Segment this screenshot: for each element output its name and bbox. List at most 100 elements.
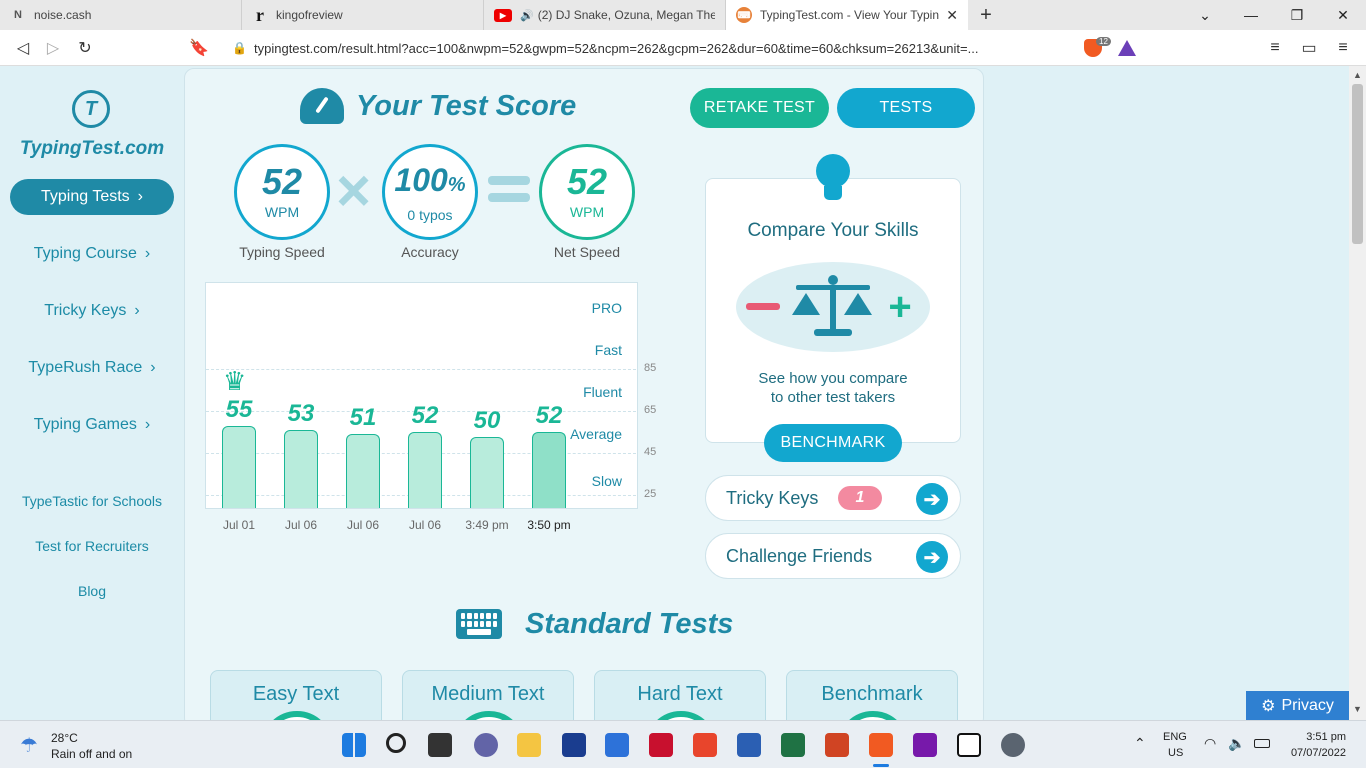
language-label[interactable]: ENG bbox=[1163, 731, 1187, 743]
back-icon[interactable]: ◁ bbox=[12, 37, 34, 59]
restore-button[interactable]: ❐ bbox=[1274, 0, 1320, 30]
retake-test-button[interactable]: RETAKE TEST bbox=[690, 88, 829, 128]
benchmark-button[interactable]: BENCHMARK bbox=[764, 424, 902, 462]
tab-search-icon[interactable]: ⌄ bbox=[1182, 0, 1228, 30]
chart-bar[interactable] bbox=[470, 436, 504, 508]
standard-tests-title: Standard Tests bbox=[525, 608, 734, 640]
scroll-up-icon[interactable]: ▲ bbox=[1353, 70, 1362, 80]
notion-icon[interactable] bbox=[957, 733, 981, 757]
word-icon[interactable] bbox=[737, 733, 761, 757]
bar-value-label: 50 bbox=[473, 406, 501, 434]
teams-chat-icon[interactable] bbox=[474, 733, 498, 757]
logo-icon[interactable]: T bbox=[72, 90, 110, 128]
powerpoint-icon[interactable] bbox=[825, 733, 849, 757]
chart-bar[interactable] bbox=[284, 430, 318, 508]
accuracy-value-wrap: 100% bbox=[394, 162, 465, 203]
page-title: Your Test Score bbox=[300, 88, 576, 124]
close-tab-icon[interactable]: ✕ bbox=[946, 7, 958, 24]
card-label: Easy Text bbox=[252, 683, 340, 705]
brave-browser-icon[interactable] bbox=[869, 733, 893, 757]
new-tab-button[interactable]: + bbox=[968, 0, 1004, 30]
task-view-icon[interactable] bbox=[428, 733, 452, 757]
challenge-friends-row[interactable]: Challenge Friends ➔ bbox=[705, 533, 961, 579]
scrollbar[interactable]: ▲ ▼ bbox=[1349, 66, 1366, 720]
browser-tab-2[interactable]: r kingofreview bbox=[242, 0, 484, 30]
bookmark-icon[interactable]: 🔖 bbox=[188, 37, 210, 59]
minimize-button[interactable]: — bbox=[1228, 0, 1274, 30]
chart-bar[interactable] bbox=[532, 432, 566, 508]
region-label[interactable]: US bbox=[1168, 747, 1183, 759]
x-tick-label: 3:49 pm bbox=[465, 518, 509, 532]
chart-bar[interactable] bbox=[408, 432, 442, 508]
privacy-button[interactable]: ⚙ Privacy bbox=[1246, 691, 1349, 721]
store-icon[interactable] bbox=[605, 733, 629, 757]
arrow-right-icon[interactable]: ➔ bbox=[916, 541, 948, 573]
compare-title: Compare Your Skills bbox=[747, 220, 919, 241]
shield-count-badge: 12 bbox=[1096, 37, 1111, 46]
link-typetastic-schools[interactable]: TypeTastic for Schools bbox=[0, 493, 184, 509]
tab-title: TypingTest.com - View Your Typin bbox=[760, 8, 939, 22]
forward-icon[interactable]: ▷ bbox=[42, 37, 64, 59]
clock-time[interactable]: 3:51 pm bbox=[1284, 731, 1346, 743]
office-icon[interactable] bbox=[693, 733, 717, 757]
close-window-button[interactable]: ✕ bbox=[1320, 0, 1366, 30]
kingofreview-favicon-icon: r bbox=[256, 4, 264, 25]
wallet-icon[interactable]: ▭ bbox=[1298, 37, 1320, 59]
reload-icon[interactable]: ↻ bbox=[74, 37, 96, 59]
tricky-keys-row[interactable]: Tricky Keys 1 ➔ bbox=[705, 475, 961, 521]
sidebar-item-tricky-keys[interactable]: Tricky Keys › bbox=[10, 293, 174, 329]
sidebar-item-typing-games[interactable]: Typing Games › bbox=[10, 407, 174, 443]
arrow-right-icon[interactable]: ➔ bbox=[916, 483, 948, 515]
sidebar-item-label: TypeRush Race bbox=[28, 359, 143, 376]
file-explorer-icon[interactable] bbox=[517, 733, 541, 757]
onenote-icon[interactable] bbox=[913, 733, 937, 757]
mcafee-icon[interactable] bbox=[649, 733, 673, 757]
chart-bar[interactable] bbox=[346, 434, 380, 508]
link-test-recruiters[interactable]: Test for Recruiters bbox=[0, 538, 184, 554]
clock-date[interactable]: 07/07/2022 bbox=[1284, 747, 1346, 759]
browser-tab-4[interactable]: ⌨ TypingTest.com - View Your Typin ✕ bbox=[726, 0, 968, 30]
excel-icon[interactable] bbox=[781, 733, 805, 757]
scroll-down-icon[interactable]: ▼ bbox=[1353, 704, 1362, 714]
sidebar: T TypingTest.com Typing Tests › Typing Co… bbox=[0, 66, 184, 720]
net-speed-unit: WPM bbox=[569, 204, 605, 220]
lightbulb-icon bbox=[816, 154, 850, 188]
youtube-favicon-icon: ▶ bbox=[494, 8, 512, 22]
brave-rewards-icon[interactable] bbox=[1118, 40, 1136, 56]
search-icon[interactable] bbox=[386, 733, 406, 753]
sidebar-item-typing-course[interactable]: Typing Course › bbox=[10, 236, 174, 272]
speaker-icon[interactable]: 🔊 bbox=[520, 9, 534, 22]
bar-value-label: 51 bbox=[349, 404, 377, 432]
chevron-up-icon[interactable]: ⌃ bbox=[1134, 735, 1146, 752]
tab-strip: N noise.cash r kingofreview ▶ 🔊 (2) DJ S… bbox=[0, 0, 1366, 30]
sidebar-item-typing-tests[interactable]: Typing Tests › bbox=[10, 179, 174, 215]
settings-gear-icon[interactable] bbox=[1001, 733, 1025, 757]
app-icon[interactable] bbox=[562, 733, 586, 757]
scrollbar-thumb[interactable] bbox=[1352, 84, 1363, 244]
tests-button[interactable]: TESTS bbox=[837, 88, 975, 128]
volume-icon[interactable]: 🔈 bbox=[1228, 735, 1245, 752]
weather-temp[interactable]: 28°C bbox=[51, 731, 78, 745]
chevron-right-icon: › bbox=[144, 245, 151, 262]
browser-tab-3[interactable]: ▶ 🔊 (2) DJ Snake, Ozuna, Megan Thee bbox=[484, 0, 726, 30]
sidebar-item-label: Tricky Keys bbox=[44, 302, 127, 319]
logo-text[interactable]: TypingTest.com bbox=[0, 138, 184, 160]
net-speed-circle: 52 WPM bbox=[539, 144, 635, 240]
active-app-indicator bbox=[873, 764, 889, 767]
chart-bar[interactable] bbox=[222, 426, 256, 508]
url-text: typingtest.com/result.html?acc=100&nwpm=… bbox=[254, 40, 979, 56]
link-blog[interactable]: Blog bbox=[0, 583, 184, 599]
equals-icon bbox=[488, 176, 530, 185]
battery-icon[interactable] bbox=[1254, 739, 1270, 748]
sidebar-item-typerush-race[interactable]: TypeRush Race › bbox=[10, 350, 174, 386]
browser-tab-1[interactable]: N noise.cash bbox=[0, 0, 242, 30]
weather-desc[interactable]: Rain off and on bbox=[51, 747, 132, 761]
weather-icon[interactable]: ☂ bbox=[20, 733, 38, 758]
start-icon[interactable] bbox=[342, 733, 366, 757]
url-field[interactable]: 🔒 typingtest.com/result.html?acc=100&nwp… bbox=[222, 34, 1146, 62]
x-tick-label: Jul 06 bbox=[284, 518, 318, 532]
sidebar-item-label: Typing Tests bbox=[41, 188, 130, 205]
menu-icon[interactable]: ≡ bbox=[1332, 37, 1354, 59]
wifi-icon[interactable]: ◠ bbox=[1204, 735, 1216, 752]
playlist-icon[interactable]: ≡ bbox=[1264, 37, 1286, 59]
